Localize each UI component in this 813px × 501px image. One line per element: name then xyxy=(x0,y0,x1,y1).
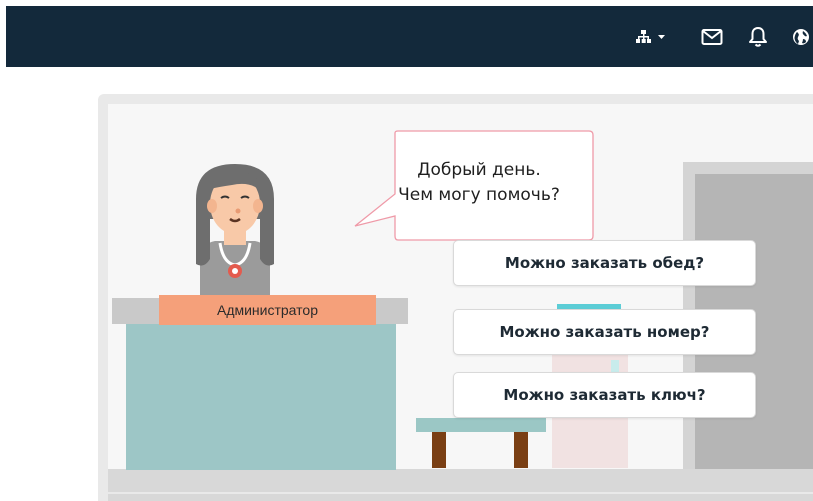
language-button[interactable] xyxy=(789,6,813,67)
bench-leg xyxy=(432,432,446,468)
dialogue-scene: Администратор Добрый день. Чем могу помо… xyxy=(98,94,813,501)
speech-line-1: Добрый день. xyxy=(417,160,541,180)
speech-line-2: Чем могу помочь? xyxy=(398,185,560,205)
top-navbar xyxy=(6,6,813,67)
messages-button[interactable] xyxy=(698,6,726,67)
floor-line xyxy=(108,492,813,494)
bell-icon xyxy=(749,26,767,47)
scene-background: Администратор Добрый день. Чем могу помо… xyxy=(108,104,813,501)
administrator-character xyxy=(196,164,274,299)
caret-down-icon xyxy=(658,34,665,39)
answer-option-key[interactable]: Можно заказать ключ? xyxy=(453,372,756,418)
speech-text: Добрый день. Чем могу помочь? xyxy=(364,158,594,208)
globe-icon xyxy=(793,28,809,45)
mail-icon xyxy=(701,28,723,45)
administrator-label: Администратор xyxy=(159,295,376,325)
bench-leg xyxy=(514,432,528,468)
bench-seat xyxy=(416,418,546,432)
sitemap-icon xyxy=(636,29,665,43)
answer-option-room[interactable]: Можно заказать номер? xyxy=(453,309,756,355)
floor xyxy=(108,469,813,501)
answer-option-lunch[interactable]: Можно заказать обед? xyxy=(453,240,756,286)
notifications-button[interactable] xyxy=(744,6,772,67)
sitemap-dropdown-button[interactable] xyxy=(634,6,672,67)
reception-counter xyxy=(126,324,396,470)
